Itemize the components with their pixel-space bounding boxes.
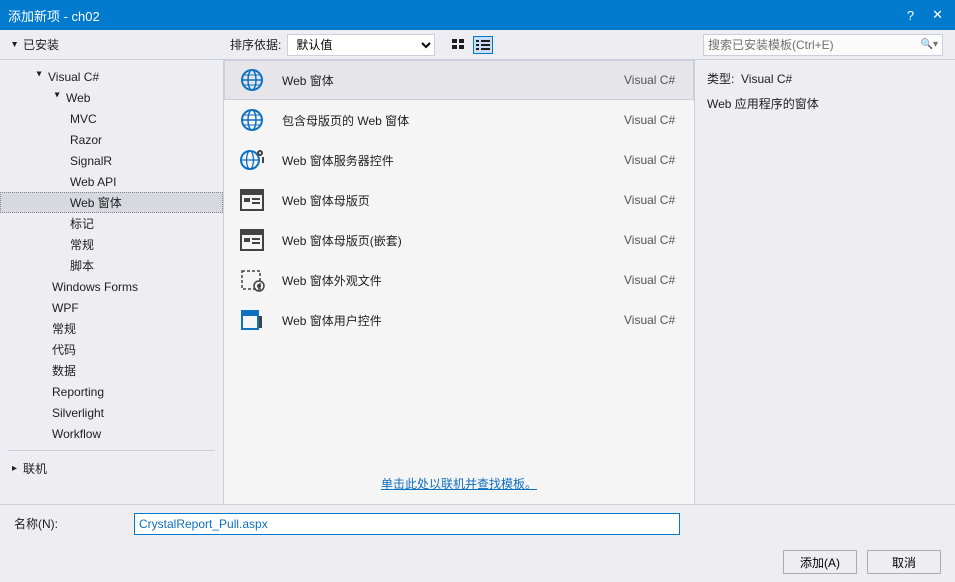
template-label: Web 窗体母版页(嵌套) xyxy=(282,232,608,249)
master-icon xyxy=(238,226,266,254)
tree-node-web[interactable]: ▸Web xyxy=(0,87,223,108)
template-label: Web 窗体 xyxy=(282,72,608,89)
master-icon xyxy=(238,186,266,214)
tree-node[interactable]: Web 窗体 xyxy=(0,192,223,213)
add-button[interactable]: 添加(A) xyxy=(783,550,857,574)
template-label: Web 窗体外观文件 xyxy=(282,272,608,289)
template-item[interactable]: Web 窗体 Visual C# xyxy=(224,60,694,100)
template-item[interactable]: Web 窗体母版页(嵌套) Visual C# xyxy=(224,220,694,260)
chevron-down-icon[interactable]: ▸ xyxy=(9,42,20,47)
template-label: Web 窗体用户控件 xyxy=(282,312,608,329)
tree-node[interactable]: Razor xyxy=(0,129,223,150)
skin-icon xyxy=(238,266,266,294)
userctl-icon xyxy=(238,306,266,334)
tree-node[interactable]: Workflow xyxy=(0,423,223,444)
tree-node[interactable]: 标记 xyxy=(0,213,223,234)
help-icon[interactable]: ? xyxy=(907,8,914,23)
globe-icon xyxy=(238,106,266,134)
tree-node[interactable]: MVC xyxy=(0,108,223,129)
template-lang: Visual C# xyxy=(624,233,694,247)
close-icon[interactable]: ✕ xyxy=(932,7,943,23)
template-label: 包含母版页的 Web 窗体 xyxy=(282,112,608,129)
template-label: Web 窗体母版页 xyxy=(282,192,608,209)
tree-node[interactable]: Windows Forms xyxy=(0,276,223,297)
tree-node[interactable]: Silverlight xyxy=(0,402,223,423)
online-search-link[interactable]: 单击此处以联机并查找模板。 xyxy=(381,477,537,491)
chevron-right-icon: ▸ xyxy=(12,463,17,474)
detail-type: Visual C# xyxy=(741,72,792,86)
tree-node[interactable]: 常规 xyxy=(0,318,223,339)
template-lang: Visual C# xyxy=(624,73,694,87)
sort-label: 排序依据: xyxy=(230,36,281,53)
view-small-icon[interactable] xyxy=(473,36,493,54)
sort-select[interactable]: 默认值 xyxy=(287,34,435,56)
name-input[interactable] xyxy=(134,513,680,535)
category-tree: ▸Visual C# ▸Web MVCRazorSignalRWeb APIWe… xyxy=(0,60,224,504)
template-item[interactable]: 包含母版页的 Web 窗体 Visual C# xyxy=(224,100,694,140)
toolbar: ▸ 已安装 排序依据: 默认值 搜索已安装模板(Ctrl+E) 🔍▾ xyxy=(0,30,955,60)
template-item[interactable]: Web 窗体用户控件 Visual C# xyxy=(224,300,694,340)
template-list: Web 窗体Visual C#包含母版页的 Web 窗体Visual C#Web… xyxy=(224,60,694,465)
tree-node[interactable]: Web API xyxy=(0,171,223,192)
view-medium-icon[interactable] xyxy=(449,36,469,54)
tree-node[interactable]: 代码 xyxy=(0,339,223,360)
template-lang: Visual C# xyxy=(624,153,694,167)
template-item[interactable]: Web 窗体服务器控件 Visual C# xyxy=(224,140,694,180)
cancel-button[interactable]: 取消 xyxy=(867,550,941,574)
installed-header[interactable]: 已安装 xyxy=(23,36,59,53)
template-lang: Visual C# xyxy=(624,113,694,127)
name-label: 名称(N): xyxy=(14,515,114,532)
search-input[interactable]: 搜索已安装模板(Ctrl+E) 🔍▾ xyxy=(703,34,943,56)
globe-icon xyxy=(238,66,266,94)
details-panel: 类型: Visual C# Web 应用程序的窗体 xyxy=(695,60,955,504)
template-lang: Visual C# xyxy=(624,313,694,327)
template-lang: Visual C# xyxy=(624,193,694,207)
titlebar: 添加新项 - ch02 ? ✕ xyxy=(0,0,955,30)
tree-node[interactable]: 脚本 xyxy=(0,255,223,276)
tree-node-online[interactable]: ▸联机 xyxy=(0,457,223,479)
detail-description: Web 应用程序的窗体 xyxy=(707,95,943,112)
template-label: Web 窗体服务器控件 xyxy=(282,152,608,169)
tree-node[interactable]: SignalR xyxy=(0,150,223,171)
tree-node[interactable]: 常规 xyxy=(0,234,223,255)
tree-node-csharp[interactable]: ▸Visual C# xyxy=(0,66,223,87)
search-icon[interactable]: 🔍▾ xyxy=(921,39,938,50)
window-title: 添加新项 - ch02 xyxy=(8,6,907,25)
tree-node[interactable]: 数据 xyxy=(0,360,223,381)
expander-icon[interactable]: ▸ xyxy=(52,93,63,103)
expander-icon[interactable]: ▸ xyxy=(34,72,45,82)
tree-node[interactable]: Reporting xyxy=(0,381,223,402)
template-item[interactable]: Web 窗体外观文件 Visual C# xyxy=(224,260,694,300)
tree-node[interactable]: WPF xyxy=(0,297,223,318)
search-placeholder: 搜索已安装模板(Ctrl+E) xyxy=(708,36,921,53)
globe-gear-icon xyxy=(238,146,266,174)
template-lang: Visual C# xyxy=(624,273,694,287)
template-item[interactable]: Web 窗体母版页 Visual C# xyxy=(224,180,694,220)
